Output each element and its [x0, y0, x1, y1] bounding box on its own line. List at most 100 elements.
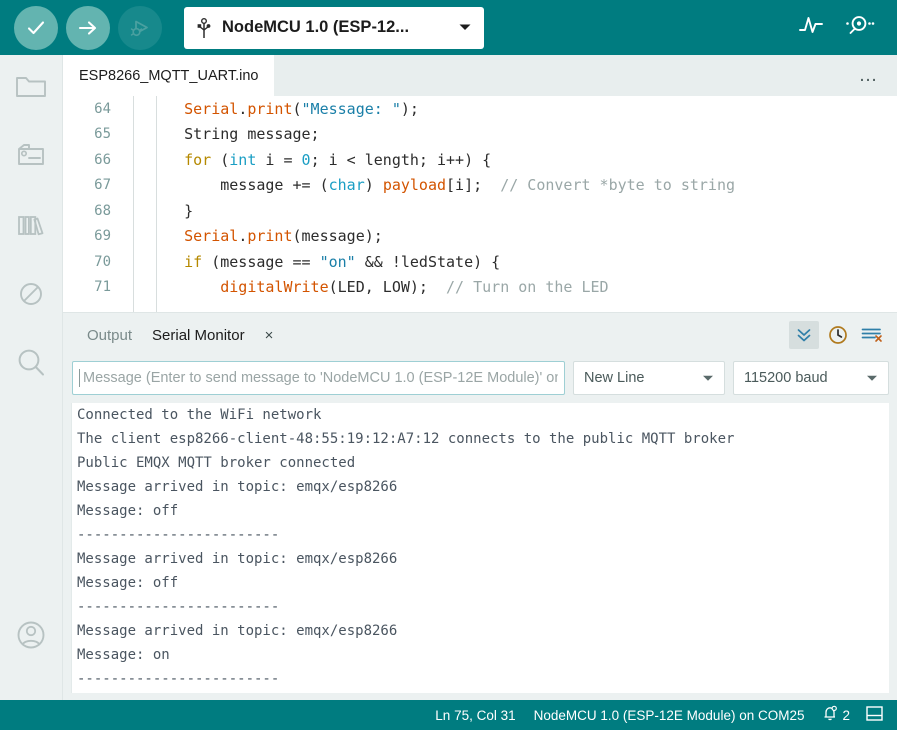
code-token: if: [184, 253, 202, 271]
baud-rate-dropdown[interactable]: 115200 baud: [733, 361, 889, 395]
timestamp-button[interactable]: [823, 321, 853, 349]
debug-button[interactable]: [118, 6, 162, 50]
bell-icon: [822, 705, 838, 725]
sidebar-item-library-manager[interactable]: [0, 193, 63, 262]
code-text: String message;: [146, 125, 897, 143]
editor-scrollbar[interactable]: [883, 96, 897, 312]
code-text: Serial.print("Message: ");: [146, 100, 897, 118]
line-ending-dropdown[interactable]: New Line: [573, 361, 725, 395]
line-number: 69: [63, 228, 124, 244]
folder-icon: [15, 73, 47, 106]
main-toolbar: NodeMCU 1.0 (ESP-12...: [0, 0, 897, 55]
serial-message-input[interactable]: Message (Enter to send message to 'NodeM…: [72, 361, 565, 395]
serial-output-line: Message: off: [72, 571, 889, 595]
toolbar-right-buttons: [797, 12, 875, 43]
serial-output-line: ------------------------: [72, 523, 889, 547]
close-serial-monitor-button[interactable]: ×: [259, 327, 280, 344]
code-token: [i];: [446, 176, 500, 194]
code-lines: 64 Serial.print("Message: "); 65 String m…: [63, 96, 897, 300]
sidebar-item-account[interactable]: [0, 603, 63, 672]
serial-output-line: ------------------------: [72, 667, 889, 691]
tab-output[interactable]: Output: [77, 327, 142, 344]
toggle-panel-button[interactable]: [866, 706, 883, 724]
code-token: char: [329, 176, 365, 194]
code-token: // Convert *byte to string: [500, 176, 735, 194]
search-icon: [14, 347, 48, 384]
baud-rate-value: 115200 baud: [744, 370, 828, 386]
boards-manager-icon: [15, 142, 47, 175]
serial-monitor-icon: [843, 12, 875, 38]
indent-guide: [133, 96, 134, 312]
debug-icon: [127, 15, 153, 41]
clock-icon: [828, 325, 848, 345]
upload-button[interactable]: [66, 6, 110, 50]
cursor-position-label: Ln 75, Col 31: [435, 708, 515, 723]
code-token: 0: [302, 151, 311, 169]
notifications-button[interactable]: 2: [822, 705, 850, 725]
code-line: 65 String message;: [63, 122, 897, 148]
code-token: ): [365, 176, 383, 194]
clear-output-icon: [861, 326, 883, 344]
tab-sketch-file[interactable]: ESP8266_MQTT_UART.ino: [63, 55, 274, 96]
chevron-down-icon: [458, 19, 472, 37]
indent-guide: [156, 96, 157, 312]
toolbar-buttons: [14, 6, 162, 50]
code-token: .: [238, 227, 247, 245]
sidebar-item-debug[interactable]: [0, 262, 63, 331]
serial-plotter-button[interactable]: [797, 12, 825, 43]
serial-monitor-button[interactable]: [843, 12, 875, 43]
code-text: if (message == "on" && !ledState) {: [146, 253, 897, 271]
panel-header-actions: [789, 321, 897, 349]
chevron-down-icon: [702, 370, 714, 386]
code-line: 70 if (message == "on" && !ledState) {: [63, 249, 897, 275]
code-token: i =: [256, 151, 301, 169]
code-token: int: [229, 151, 256, 169]
code-token: print: [247, 100, 292, 118]
autoscroll-icon: [795, 326, 813, 344]
code-token: );: [401, 100, 419, 118]
sidebar-item-boards-manager[interactable]: [0, 124, 63, 193]
code-line: 67 message += (char) payload[i]; // Conv…: [63, 173, 897, 199]
code-token: String message;: [148, 125, 320, 143]
code-token: digitalWrite: [220, 278, 328, 296]
line-ending-value: New Line: [584, 370, 644, 386]
line-number: 67: [63, 177, 124, 193]
code-token: }: [148, 202, 193, 220]
line-number: 70: [63, 254, 124, 270]
code-editor[interactable]: 64 Serial.print("Message: "); 65 String m…: [63, 96, 897, 312]
serial-output-line: The client esp8266-client-48:55:19:12:A7…: [72, 427, 889, 451]
board-port-label: NodeMCU 1.0 (ESP-12E Module) on COM25: [534, 708, 805, 723]
line-number: 68: [63, 203, 124, 219]
code-token: [148, 278, 220, 296]
serial-output-line: Message: off: [72, 499, 889, 523]
status-bar: Ln 75, Col 31 NodeMCU 1.0 (ESP-12E Modul…: [0, 700, 897, 730]
code-token: "on": [320, 253, 356, 271]
code-line: 66 for (int i = 0; i < length; i++) {: [63, 147, 897, 173]
code-token: [148, 100, 184, 118]
usb-icon: [194, 17, 214, 39]
sidebar-item-search[interactable]: [0, 331, 63, 400]
account-icon: [14, 618, 48, 657]
code-text: }: [146, 202, 897, 220]
bottom-panel: Output Serial Monitor ×: [63, 312, 897, 700]
tab-bar-more-button[interactable]: …: [859, 71, 880, 81]
code-token: print: [247, 227, 292, 245]
panel-toggle-icon: [866, 706, 883, 721]
editor-tab-bar: ESP8266_MQTT_UART.ino …: [63, 55, 897, 96]
code-text: for (int i = 0; i < length; i++) {: [146, 151, 897, 169]
chevron-down-icon: [866, 370, 878, 386]
tab-serial-monitor[interactable]: Serial Monitor: [142, 327, 255, 344]
line-number: 66: [63, 152, 124, 168]
panel-header: Output Serial Monitor ×: [63, 313, 897, 357]
verify-button[interactable]: [14, 6, 58, 50]
serial-monitor-output[interactable]: Connected to the WiFi networkThe client …: [71, 403, 889, 693]
sidebar-item-sketchbook[interactable]: [0, 55, 63, 124]
line-number: 64: [63, 101, 124, 117]
autoscroll-button[interactable]: [789, 321, 819, 349]
serial-message-placeholder: Message (Enter to send message to 'NodeM…: [80, 370, 558, 386]
code-token: Serial: [184, 100, 238, 118]
notification-count: 2: [842, 708, 850, 723]
clear-output-button[interactable]: [857, 321, 887, 349]
board-selector[interactable]: NodeMCU 1.0 (ESP-12...: [184, 7, 484, 49]
code-token: (: [293, 100, 302, 118]
